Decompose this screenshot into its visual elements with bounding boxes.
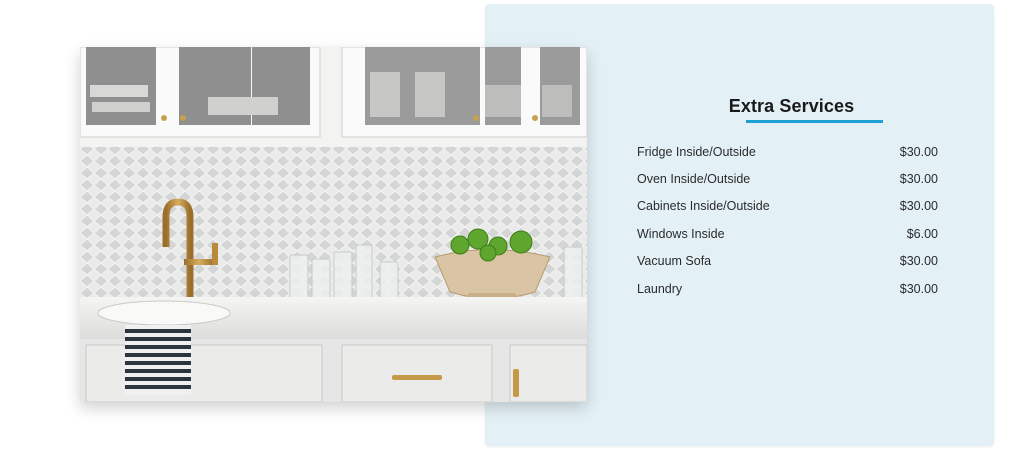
service-item: Fridge Inside/Outside $30.00 <box>637 138 938 165</box>
service-price: $30.00 <box>899 144 938 159</box>
service-price: $30.00 <box>899 172 938 187</box>
service-name: Cabinets Inside/Outside <box>637 199 770 214</box>
service-name: Fridge Inside/Outside <box>637 144 756 159</box>
service-list: Fridge Inside/Outside $30.00 Oven Inside… <box>637 138 938 302</box>
service-name: Oven Inside/Outside <box>637 172 751 187</box>
kitchen-photo <box>80 47 587 402</box>
service-item: Oven Inside/Outside $30.00 <box>637 165 938 192</box>
service-price: $30.00 <box>899 281 938 296</box>
title-underline <box>746 120 883 123</box>
service-item: Vacuum Sofa $30.00 <box>637 248 938 275</box>
service-item: Windows Inside $6.00 <box>637 220 938 247</box>
service-price: $30.00 <box>899 254 938 269</box>
services-title: Extra Services <box>728 96 855 116</box>
service-price: $30.00 <box>899 199 938 214</box>
service-item: Laundry $30.00 <box>637 275 938 302</box>
extra-services-section: Extra Services Fridge Inside/Outside $30… <box>637 96 938 302</box>
service-name: Vacuum Sofa <box>637 254 712 269</box>
service-price: $6.00 <box>906 226 938 241</box>
service-item: Cabinets Inside/Outside $30.00 <box>637 193 938 220</box>
service-name: Laundry <box>637 281 683 296</box>
service-name: Windows Inside <box>637 226 725 241</box>
